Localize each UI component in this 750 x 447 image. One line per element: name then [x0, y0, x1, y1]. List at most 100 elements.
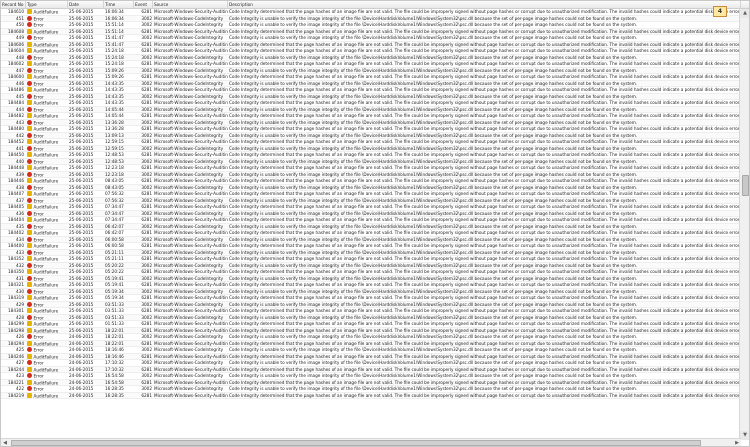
type-label: AuditFailure: [33, 354, 59, 359]
type-label: Error: [33, 198, 44, 203]
error-icon: [27, 223, 32, 229]
error-icon: [27, 275, 32, 281]
type-label: Error: [33, 68, 44, 73]
error-icon: [27, 22, 32, 27]
type-label: AuditFailure: [33, 48, 59, 54]
type-label: AuditFailure: [33, 191, 59, 197]
audit-failure-icon: [27, 308, 32, 313]
column-header-event[interactable]: Event: [134, 1, 153, 9]
type-label: Error: [33, 237, 44, 242]
vertical-scroll-thumb[interactable]: [741, 174, 749, 196]
type-label: AuditFailure: [33, 29, 59, 34]
audit-failure-icon: [27, 269, 32, 274]
error-icon: [27, 158, 32, 164]
error-icon: [27, 15, 32, 21]
horizontal-scrollbar[interactable]: ◀ ▶: [1, 438, 741, 446]
type-label: AuditFailure: [33, 269, 59, 275]
error-icon: [27, 35, 32, 40]
type-label: AuditFailure: [33, 243, 59, 249]
error-icon: [27, 67, 32, 73]
audit-failure-icon: [27, 48, 32, 53]
audit-failure-icon: [27, 321, 32, 326]
type-label: AuditFailure: [33, 295, 59, 301]
audit-failure-icon: [27, 41, 32, 47]
column-header-record-no[interactable]: Record No: [1, 1, 26, 9]
horizontal-scroll-thumb[interactable]: [11, 440, 701, 446]
type-label: AuditFailure: [33, 393, 59, 398]
table-row[interactable]: 184219 AuditFailure 24-06-2015 16:28:35 6281…: [1, 392, 741, 399]
error-icon: [27, 119, 32, 125]
type-label: Error: [33, 250, 44, 255]
type-label: Error: [33, 159, 44, 164]
scroll-left-arrow-icon[interactable]: ◀: [1, 439, 9, 446]
record-no-cell: 184219: [8, 392, 24, 398]
type-label: AuditFailure: [33, 126, 59, 132]
type-label: AuditFailure: [33, 321, 59, 327]
type-label: Error: [33, 133, 44, 138]
type-label: Error: [33, 276, 44, 281]
scroll-up-arrow-icon[interactable]: ▲: [740, 9, 749, 18]
type-label: Error: [33, 120, 44, 125]
type-label: AuditFailure: [33, 308, 59, 314]
type-label: AuditFailure: [33, 100, 59, 106]
audit-failure-icon: [27, 165, 32, 170]
error-icon: [27, 171, 32, 177]
type-label: Error: [33, 315, 44, 320]
type-label: Error: [33, 107, 44, 112]
error-icon: [27, 54, 32, 60]
error-icon: [27, 262, 32, 268]
column-header-type[interactable]: Type: [26, 1, 68, 9]
type-label: AuditFailure: [33, 61, 59, 67]
error-icon: [27, 132, 32, 138]
audit-failure-icon: [27, 204, 32, 209]
audit-failure-icon: [27, 295, 32, 300]
error-icon: [27, 347, 32, 352]
scroll-down-arrow-icon[interactable]: ▼: [740, 431, 749, 440]
type-label: Error: [33, 289, 44, 294]
error-icon: [27, 314, 32, 320]
error-icon: [27, 106, 32, 112]
type-label: AuditFailure: [33, 87, 59, 93]
date-cell: 24-06-2015: [69, 392, 94, 398]
type-label: AuditFailure: [33, 256, 59, 262]
type-label: AuditFailure: [33, 217, 59, 223]
column-header-description[interactable]: Description: [228, 1, 741, 9]
type-label: AuditFailure: [33, 282, 59, 288]
type-label: AuditFailure: [33, 328, 59, 333]
column-header-source[interactable]: Source: [153, 1, 228, 9]
column-header: Record No Type Date Time Event Source De…: [1, 1, 749, 9]
error-icon: [27, 288, 32, 294]
audit-failure-icon: [27, 61, 32, 66]
event-list: 184610 AuditFailure 25-06-2015 16:06:34 6281…: [1, 9, 741, 440]
error-icon: [27, 93, 32, 99]
audit-failure-icon: [27, 87, 32, 92]
audit-failure-icon: [27, 126, 32, 131]
error-icon: [27, 373, 32, 378]
error-icon: [27, 80, 32, 86]
type-label: AuditFailure: [33, 165, 59, 171]
column-header-time[interactable]: Time: [104, 1, 134, 9]
type-label: AuditFailure: [33, 380, 59, 385]
audit-failure-icon: [27, 178, 32, 183]
scroll-right-arrow-icon[interactable]: ▶: [733, 439, 741, 446]
audit-failure-icon: [27, 139, 32, 144]
event-id-cell: 6281: [141, 392, 152, 398]
event-log-window: Record No Type Date Time Event Source De…: [0, 0, 750, 447]
type-label: AuditFailure: [33, 74, 59, 80]
type-label: Error: [33, 16, 44, 21]
vertical-scrollbar[interactable]: ▲ ▼: [739, 9, 749, 440]
column-header-date[interactable]: Date: [68, 1, 104, 9]
audit-failure-icon: [27, 217, 32, 222]
type-label: Error: [33, 55, 44, 60]
audit-failure-icon: [27, 9, 32, 14]
type-label: AuditFailure: [33, 9, 59, 15]
error-icon: [27, 301, 32, 307]
type-label: AuditFailure: [33, 113, 59, 119]
description-cell: Code Integrity determined that the page …: [229, 392, 739, 398]
type-label: Error: [33, 35, 44, 41]
audit-failure-icon: [27, 353, 32, 359]
audit-failure-icon: [27, 113, 32, 118]
audit-failure-icon: [27, 243, 32, 248]
type-label: Error: [33, 334, 44, 340]
type-label: Error: [33, 172, 44, 177]
